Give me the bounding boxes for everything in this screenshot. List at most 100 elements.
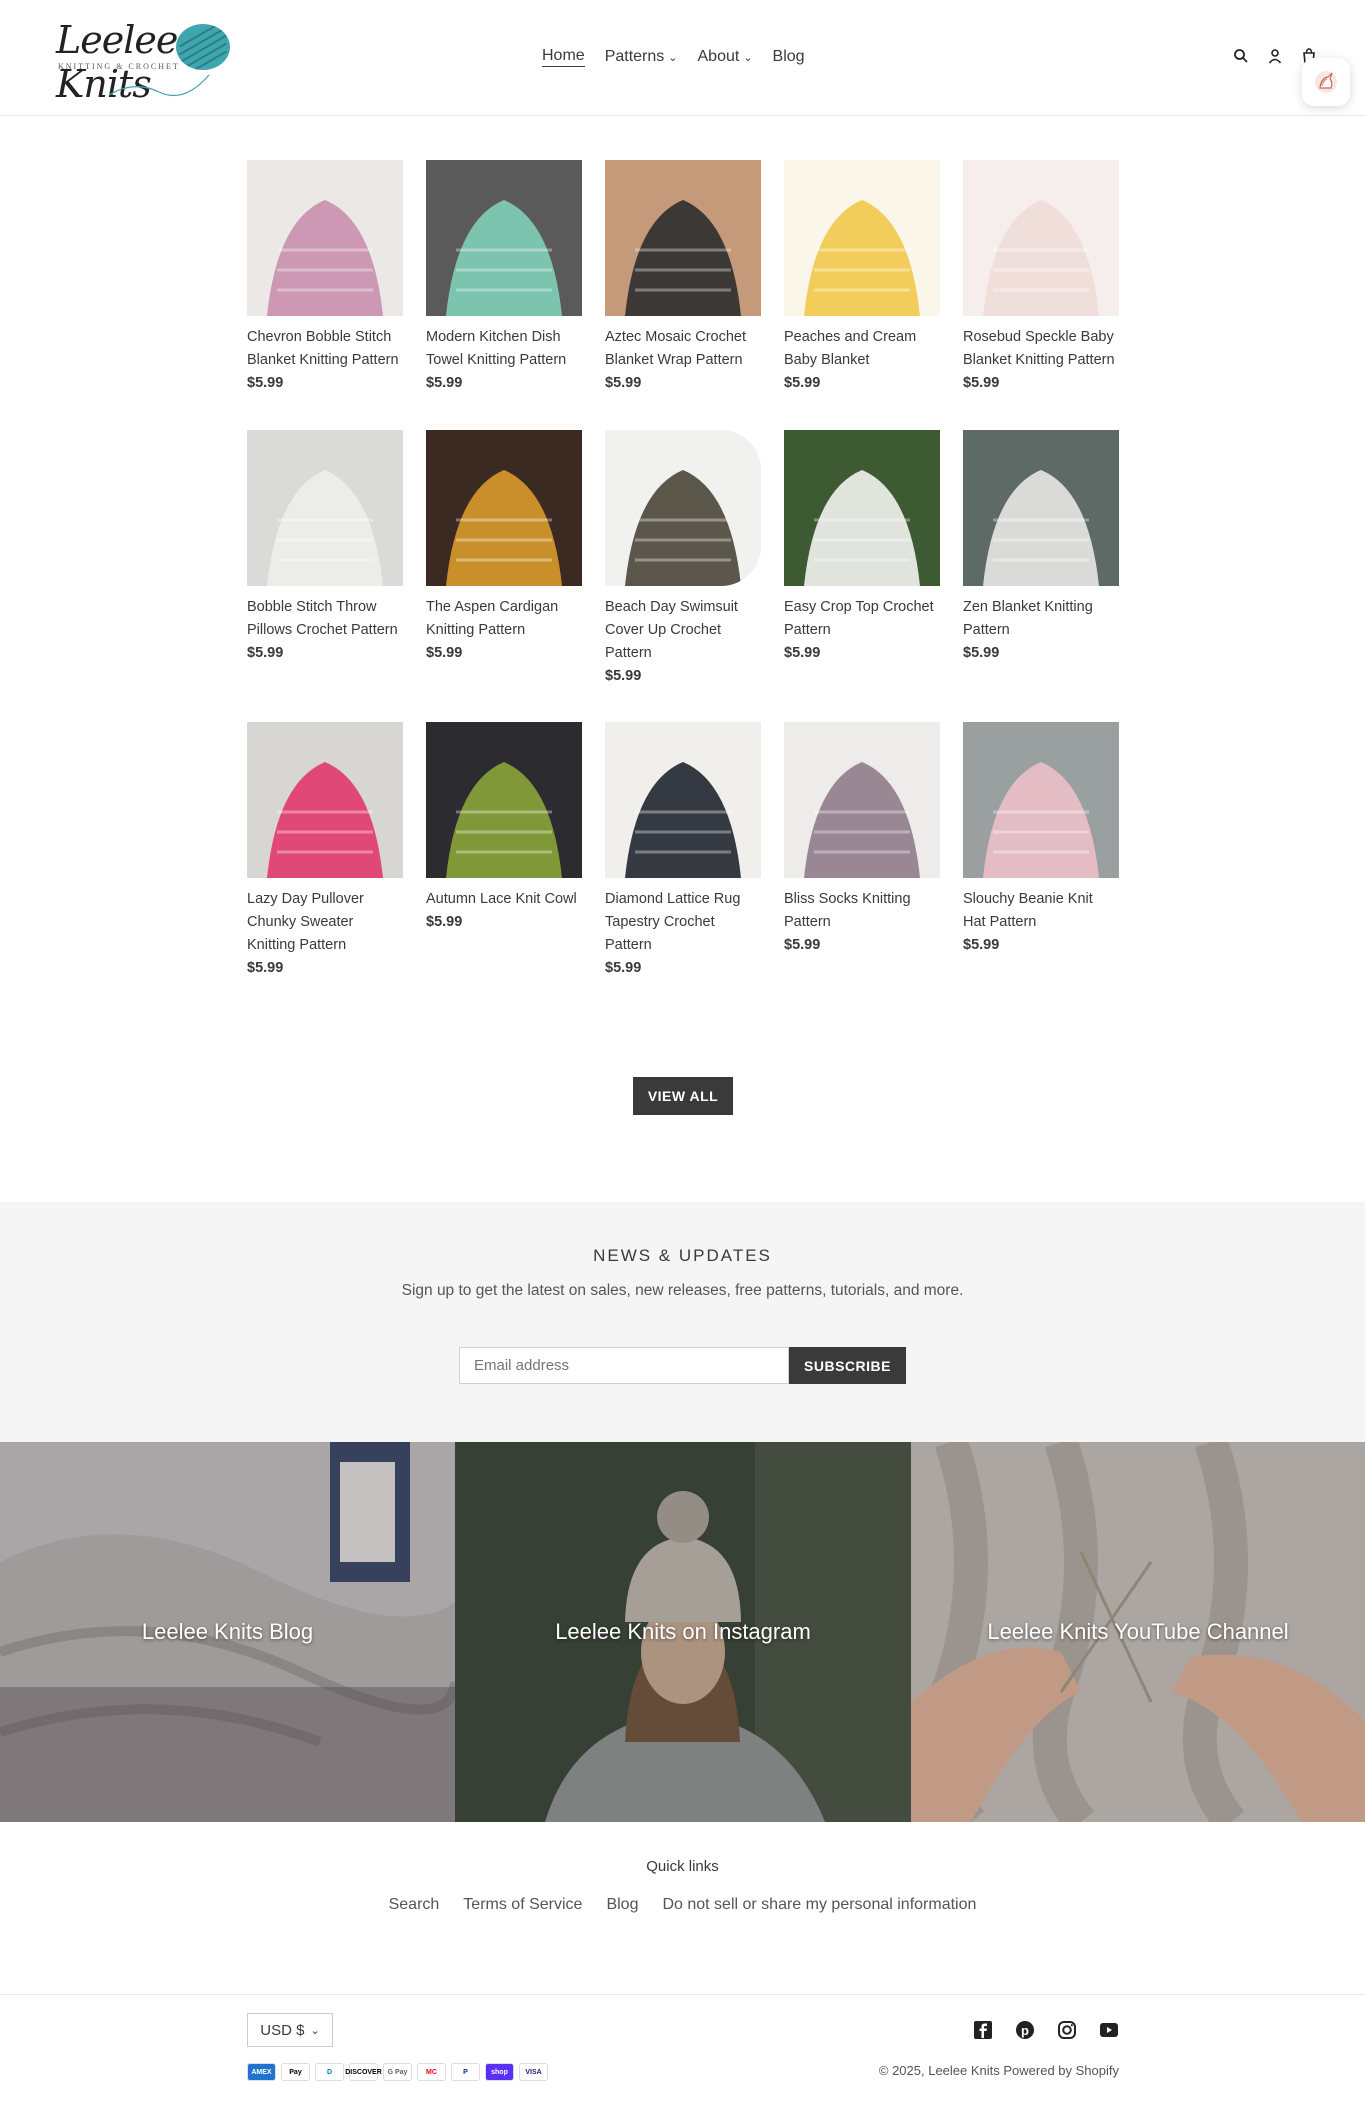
product-price: $5.99 <box>963 937 1000 953</box>
footer-link-privacy[interactable]: Do not sell or share my personal informa… <box>662 1896 976 1914</box>
product-image[interactable] <box>426 722 582 878</box>
product-price: $5.99 <box>247 645 284 661</box>
search-icon[interactable] <box>1233 48 1249 64</box>
unicorn-icon <box>1315 71 1337 93</box>
chevron-down-icon: ⌄ <box>310 2024 320 2037</box>
feature-tile-label: Leelee Knits Blog <box>141 1619 314 1644</box>
chevron-down-icon: ⌄ <box>743 51 753 64</box>
product-price: $5.99 <box>605 960 642 976</box>
feature-tile-youtube[interactable]: Leelee Knits YouTube Channel <box>911 1442 1365 1822</box>
subscribe-button[interactable]: SUBSCRIBE <box>789 1347 906 1384</box>
footer-link-blog[interactable]: Blog <box>606 1896 638 1914</box>
product-price: $5.99 <box>784 937 821 953</box>
newsletter-section: NEWS & UPDATES Sign up to get the latest… <box>0 1202 1365 1442</box>
nav-about[interactable]: About ⌄ <box>698 47 753 67</box>
product-image[interactable] <box>963 430 1119 586</box>
product-image[interactable] <box>963 722 1119 878</box>
main-nav: Home Patterns ⌄ About ⌄ Blog <box>542 47 805 67</box>
payment-icon: VISA <box>519 2063 548 2081</box>
product-card[interactable]: Peaches and Cream Baby Blanket $5.99 <box>784 160 940 395</box>
facebook-icon[interactable] <box>973 2020 993 2040</box>
product-title[interactable]: Easy Crop Top Crochet Pattern <box>784 596 940 642</box>
youtube-icon[interactable] <box>1099 2020 1119 2040</box>
payment-icon: Pay <box>281 2063 310 2081</box>
product-image[interactable] <box>963 160 1119 316</box>
payment-icon: shop <box>485 2063 514 2081</box>
product-price: $5.99 <box>426 914 463 930</box>
payment-icon: P <box>451 2063 480 2081</box>
product-title[interactable]: Diamond Lattice Rug Tapestry Crochet Pat… <box>605 888 761 957</box>
product-card[interactable]: Lazy Day Pullover Chunky Sweater Knittin… <box>247 722 403 980</box>
product-image[interactable] <box>426 160 582 316</box>
product-card[interactable]: Bliss Socks Knitting Pattern $5.99 <box>784 722 940 957</box>
product-image[interactable] <box>784 430 940 586</box>
product-card[interactable]: The Aspen Cardigan Knitting Pattern $5.99 <box>426 430 582 665</box>
email-input[interactable] <box>459 1347 789 1384</box>
product-title[interactable]: Chevron Bobble Stitch Blanket Knitting P… <box>247 326 403 372</box>
product-card[interactable]: Rosebud Speckle Baby Blanket Knitting Pa… <box>963 160 1119 395</box>
product-image[interactable] <box>247 430 403 586</box>
product-price: $5.99 <box>963 645 1000 661</box>
nav-blog-label: Blog <box>772 48 805 65</box>
product-price: $5.99 <box>784 645 821 661</box>
product-card[interactable]: Diamond Lattice Rug Tapestry Crochet Pat… <box>605 722 761 980</box>
footer-link-search[interactable]: Search <box>389 1896 440 1914</box>
product-image[interactable] <box>247 722 403 878</box>
product-card[interactable]: Easy Crop Top Crochet Pattern $5.99 <box>784 430 940 665</box>
product-price: $5.99 <box>247 375 284 391</box>
product-title[interactable]: Aztec Mosaic Crochet Blanket Wrap Patter… <box>605 326 761 372</box>
product-image[interactable] <box>247 160 403 316</box>
nav-patterns-label: Patterns <box>604 48 665 65</box>
product-title[interactable]: Modern Kitchen Dish Towel Knitting Patte… <box>426 326 582 372</box>
quick-links-heading: Quick links <box>646 1858 719 1875</box>
product-price: $5.99 <box>784 375 821 391</box>
product-title[interactable]: Lazy Day Pullover Chunky Sweater Knittin… <box>247 888 403 957</box>
product-card[interactable]: Modern Kitchen Dish Towel Knitting Patte… <box>426 160 582 395</box>
view-all-button[interactable]: VIEW ALL <box>633 1077 733 1115</box>
feature-tile-instagram[interactable]: Leelee Knits on Instagram <box>455 1442 911 1822</box>
footer-divider <box>0 1994 1365 1995</box>
floating-app-button[interactable] <box>1302 58 1350 106</box>
footer-link-terms[interactable]: Terms of Service <box>463 1896 582 1914</box>
product-card[interactable]: Aztec Mosaic Crochet Blanket Wrap Patter… <box>605 160 761 395</box>
nav-patterns[interactable]: Patterns ⌄ <box>605 47 678 67</box>
payment-icon: AMEX <box>247 2063 276 2081</box>
product-card[interactable]: Beach Day Swimsuit Cover Up Crochet Patt… <box>605 430 761 688</box>
product-card[interactable]: Chevron Bobble Stitch Blanket Knitting P… <box>247 160 403 395</box>
account-icon[interactable] <box>1267 48 1283 64</box>
nav-about-label: About <box>697 48 740 65</box>
product-image[interactable] <box>605 722 761 878</box>
product-title[interactable]: Beach Day Swimsuit Cover Up Crochet Patt… <box>605 596 761 665</box>
nav-blog[interactable]: Blog <box>773 47 805 67</box>
product-title[interactable]: Bliss Socks Knitting Pattern <box>784 888 940 934</box>
feature-tile-blog[interactable]: Leelee Knits Blog <box>0 1442 455 1822</box>
product-title[interactable]: Slouchy Beanie Knit Hat Pattern <box>963 888 1119 934</box>
product-title[interactable]: The Aspen Cardigan Knitting Pattern <box>426 596 582 642</box>
pinterest-icon[interactable]: p <box>1015 2020 1035 2040</box>
product-title[interactable]: Peaches and Cream Baby Blanket <box>784 326 940 372</box>
product-image[interactable] <box>605 430 761 586</box>
site-logo[interactable]: Leelee Knits KNITTING & CROCHET <box>54 14 234 106</box>
feature-tile-label: Leelee Knits on Instagram <box>555 1619 811 1644</box>
product-price: $5.99 <box>247 960 284 976</box>
product-title[interactable]: Bobble Stitch Throw Pillows Crochet Patt… <box>247 596 403 642</box>
product-title[interactable]: Zen Blanket Knitting Pattern <box>963 596 1119 642</box>
product-card[interactable]: Bobble Stitch Throw Pillows Crochet Patt… <box>247 430 403 665</box>
product-card[interactable]: Slouchy Beanie Knit Hat Pattern $5.99 <box>963 722 1119 957</box>
product-image[interactable] <box>784 722 940 878</box>
yarn-ball-icon <box>176 24 230 70</box>
product-price: $5.99 <box>605 375 642 391</box>
product-image[interactable] <box>605 160 761 316</box>
currency-selector[interactable]: USD $ ⌄ <box>247 2013 333 2047</box>
nav-home[interactable]: Home <box>542 47 585 67</box>
product-image[interactable] <box>784 160 940 316</box>
product-title[interactable]: Rosebud Speckle Baby Blanket Knitting Pa… <box>963 326 1119 372</box>
instagram-icon[interactable] <box>1057 2020 1077 2040</box>
currency-value: USD $ <box>260 2021 305 2039</box>
svg-text:p: p <box>1021 2023 1029 2038</box>
product-image[interactable] <box>426 430 582 586</box>
product-card[interactable]: Autumn Lace Knit Cowl $5.99 <box>426 722 582 934</box>
product-card[interactable]: Zen Blanket Knitting Pattern $5.99 <box>963 430 1119 665</box>
feature-tiles: Leelee Knits Blog Leelee Knits on Instag… <box>0 1442 1365 1822</box>
product-title[interactable]: Autumn Lace Knit Cowl <box>426 888 582 911</box>
